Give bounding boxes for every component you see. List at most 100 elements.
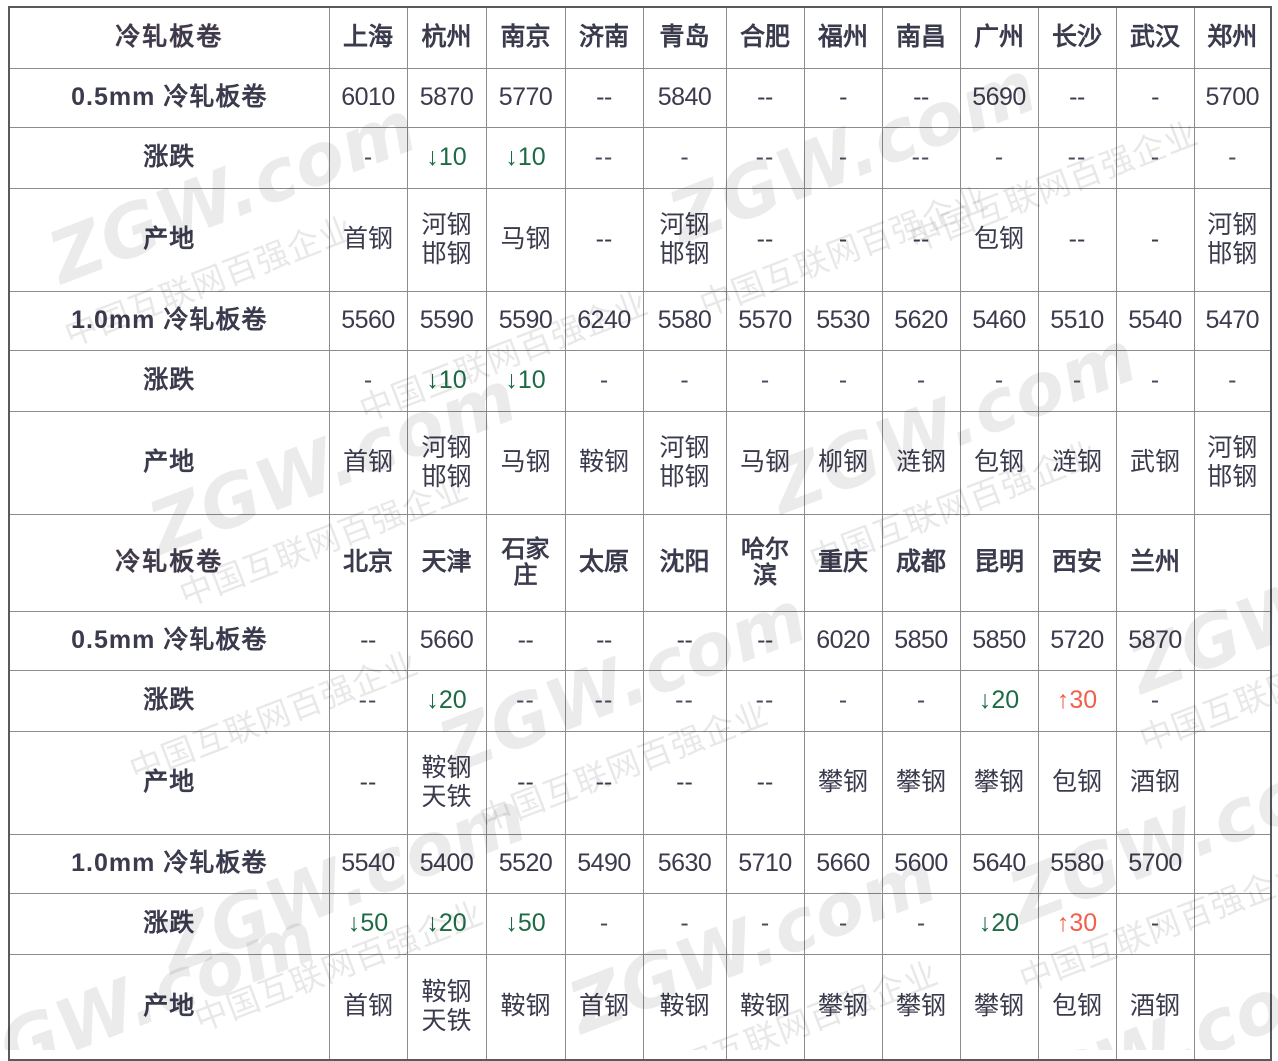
bottom-table-change_10-cell-4: - — [564, 893, 644, 955]
bottom-table-origin_05-cell-1: -- — [328, 731, 408, 835]
top-table-row-change_10: 涨跌 - ↓10 ↓10 - - - - - - - - - — [8, 350, 1272, 412]
row-label-text: 产地 — [143, 992, 196, 1021]
bottom-table-origin_10-cell-8: 攀钢 — [881, 954, 961, 1061]
bottom-table-change_10-cell-2: ↓20 — [406, 893, 487, 955]
change-value-flat: - — [994, 366, 1004, 395]
bottom-table-change_10-cell-12 — [1193, 893, 1272, 955]
bottom-table-change_05-cell-9: ↓20 — [959, 670, 1039, 732]
bottom-table-change_05-cell-2: ↓20 — [406, 670, 487, 732]
bottom-table-price_10-cell-5: 5630 — [642, 834, 727, 894]
top-table-price_05-cell-6: -- — [725, 68, 805, 128]
change-value-na: -- — [594, 143, 614, 172]
row-label-text: 涨跌 — [143, 366, 196, 395]
bottom-table-change_10-cell-1: ↓50 — [328, 893, 408, 955]
bottom-table-rowlabel-price_10: 1.0mm 冷轧板卷 — [8, 834, 330, 894]
bottom-table-change_10-cell-6: - — [725, 893, 805, 955]
top-table-change_10-cell-1: - — [328, 350, 408, 412]
top-table-price_10-cell-6: 5570 — [725, 291, 805, 351]
bottom-table-change_10-cell-5: - — [642, 893, 727, 955]
top-table-origin_05-cell-6: -- — [725, 188, 805, 292]
top-table-rowlabel-price_05: 0.5mm 冷轧板卷 — [8, 68, 330, 128]
top-table-rowlabel-change_10: 涨跌 — [8, 350, 330, 412]
bottom-table-price_05-cell-6: -- — [725, 611, 805, 671]
spec-thickness: 1.0mm — [71, 306, 156, 335]
top-table-origin_05-cell-12: 河钢 邯钢 — [1193, 188, 1272, 292]
bottom-table-price_10-cell-10: 5580 — [1037, 834, 1117, 894]
spec-product-name: 冷轧板卷 — [155, 626, 268, 655]
top-table-change_05-cell-5: - — [642, 127, 727, 189]
price-table-container: 冷轧板卷 上海 杭州 南京 济南 青岛 合肥 福州 南昌 广州 长沙 武汉 郑州 0.5mm 冷轧板卷 60… — [0, 0, 1278, 1061]
change-value-up: ↑30 — [1056, 686, 1098, 715]
bottom-table-price_05-cell-2: 5660 — [406, 611, 487, 671]
bottom-table-change_10-cell-3: ↓50 — [485, 893, 566, 955]
bottom-table-origin_10-cell-3: 鞍钢 — [485, 954, 566, 1061]
top-table-price_10-cell-5: 5580 — [642, 291, 727, 351]
bottom-table-row-price_10: 1.0mm 冷轧板卷 5540 5400 5520 5490 5630 5710 5660 56… — [8, 834, 1272, 894]
column-header-city-4: 济南 — [564, 6, 644, 69]
bottom-table-change_05-cell-4: -- — [564, 670, 644, 732]
bottom-table-rowlabel-origin_10: 产地 — [8, 954, 330, 1061]
top-table-origin_10-cell-5: 河钢 邯钢 — [642, 411, 727, 515]
column-header-city-3: 石家庄 — [485, 514, 566, 612]
top-table-change_05-cell-9: - — [959, 127, 1039, 189]
top-table-origin_10-cell-4: 鞍钢 — [564, 411, 644, 515]
change-value-na: -- — [911, 143, 931, 172]
bottom-table-change_05-cell-3: -- — [485, 670, 566, 732]
bottom-table-price_10-cell-8: 5600 — [881, 834, 961, 894]
bottom-table-change_10-cell-8: - — [881, 893, 961, 955]
change-value-down: ↓50 — [505, 909, 546, 938]
top-table-change_10-cell-10: - — [1037, 350, 1117, 412]
bottom-table-change_10-cell-7: - — [803, 893, 883, 955]
bottom-table-header-row: 冷轧板卷 北京 天津 石家庄太原 沈阳 哈尔滨重庆 成都 昆明 西安 兰州 — [8, 514, 1272, 612]
bottom-table-rowlabel-origin_05: 产地 — [8, 731, 330, 835]
top-table-header-row: 冷轧板卷 上海 杭州 南京 济南 青岛 合肥 福州 南昌 广州 长沙 武汉 郑州 — [8, 6, 1272, 69]
spec-thickness: 0.5mm — [71, 83, 156, 112]
column-header-city-10: 长沙 — [1037, 6, 1117, 69]
bottom-table-origin_10-cell-1: 首钢 — [328, 954, 408, 1061]
change-value-down: ↓10 — [505, 143, 546, 172]
change-value-flat: - — [916, 909, 926, 938]
top-table-change_05-cell-8: -- — [881, 127, 961, 189]
top-table-row-price_05: 0.5mm 冷轧板卷 6010 5870 5770 -- 5840 -- - -- 5690 -- -… — [8, 68, 1272, 128]
top-table-price_10-cell-7: 5530 — [803, 291, 883, 351]
bottom-table-price_10-cell-4: 5490 — [564, 834, 644, 894]
top-table-row-origin_10: 产地 首钢 河钢 邯钢 马钢 鞍钢 河钢 邯钢 马钢 柳钢 涟钢 包钢 涟钢 武钢 河钢 邯钢 — [8, 411, 1272, 515]
change-value-flat: - — [838, 143, 848, 172]
change-value-flat: - — [680, 143, 689, 172]
change-value-down: ↓10 — [426, 143, 467, 172]
spec-thickness: 1.0mm — [71, 849, 156, 878]
top-table-change_10-cell-7: - — [803, 350, 883, 412]
change-value-flat: - — [599, 909, 609, 938]
bottom-table-corner-title: 冷轧板卷 — [8, 514, 330, 612]
bottom-table-origin_05-cell-4: -- — [564, 731, 644, 835]
column-header-city-4: 太原 — [564, 514, 644, 612]
change-value-flat: - — [916, 686, 926, 715]
change-value-na: -- — [755, 686, 775, 715]
change-value-flat: - — [838, 909, 848, 938]
bottom-table-row-change_05: 涨跌 -- ↓20 -- -- -- -- - - ↓20 ↑30- — [8, 670, 1272, 732]
column-header-city-2: 天津 — [406, 514, 487, 612]
top-table-origin_05-cell-5: 河钢 邯钢 — [642, 188, 727, 292]
bottom-table-origin_10-cell-5: 鞍钢 — [642, 954, 727, 1061]
row-label-text: 产地 — [143, 225, 196, 254]
change-value-flat: - — [994, 143, 1004, 172]
top-table-origin_10-cell-10: 涟钢 — [1037, 411, 1117, 515]
top-table-change_05-cell-10: -- — [1037, 127, 1117, 189]
bottom-table-origin_10-cell-2: 鞍钢 天铁 — [406, 954, 487, 1061]
top-table-row-change_05: 涨跌 - ↓10 ↓10 -- - -- - -- - -- - - — [8, 127, 1272, 189]
bottom-table-change_05-cell-8: - — [881, 670, 961, 732]
top-table-rowlabel-price_10: 1.0mm 冷轧板卷 — [8, 291, 330, 351]
bottom-table-price_10-cell-2: 5400 — [406, 834, 487, 894]
change-value-flat: - — [680, 366, 689, 395]
top-table-price_05-cell-11: - — [1115, 68, 1195, 128]
top-table-origin_10-cell-11: 武钢 — [1115, 411, 1195, 515]
column-header-city-11: 兰州 — [1115, 514, 1195, 612]
top-table-origin_10-cell-1: 首钢 — [328, 411, 408, 515]
change-value-flat: - — [363, 143, 373, 172]
top-table-origin_05-cell-9: 包钢 — [959, 188, 1039, 292]
bottom-table-price_10-cell-12 — [1193, 834, 1272, 894]
top-table-origin_05-cell-8: -- — [881, 188, 961, 292]
change-value-flat: - — [1228, 143, 1237, 172]
row-label-text: 产地 — [143, 448, 196, 477]
change-value-down: ↓10 — [426, 366, 467, 395]
